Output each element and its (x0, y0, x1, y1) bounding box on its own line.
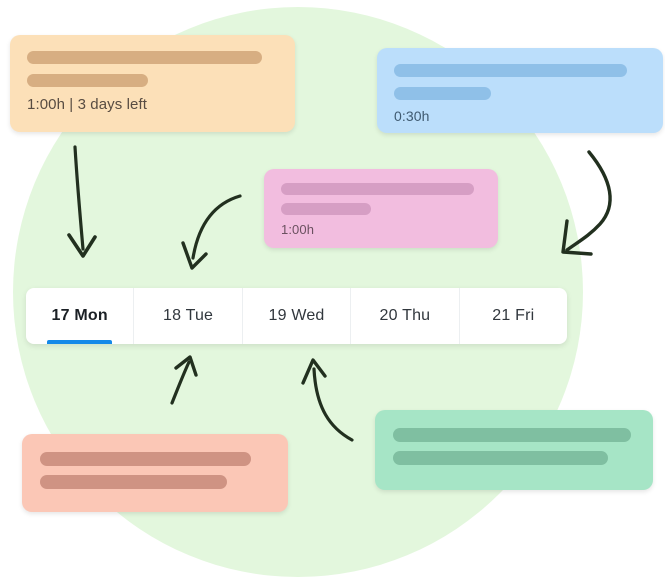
placeholder-bar (393, 428, 631, 442)
task-card-teal[interactable] (375, 410, 653, 490)
day-tab-bar: 17 Mon 18 Tue 19 Wed 20 Thu 21 Fri (26, 288, 567, 344)
task-card-blue-time: 0:30h (394, 108, 430, 124)
placeholder-bar (281, 203, 371, 215)
task-card-orange-time: 1:00h | 3 days left (27, 96, 148, 113)
active-tab-underline (47, 340, 113, 344)
tab-day-3[interactable]: 20 Thu (350, 288, 458, 344)
placeholder-bar (281, 183, 474, 195)
tab-day-3-label: 20 Thu (379, 307, 431, 324)
placeholder-bar (27, 51, 262, 64)
placeholder-bar (394, 64, 627, 77)
task-card-blue[interactable]: 0:30h (377, 48, 663, 133)
task-card-orange[interactable]: 1:00h | 3 days left (10, 35, 295, 132)
tab-day-0-label: 17 Mon (51, 307, 108, 324)
placeholder-bar (393, 451, 608, 465)
task-card-pink[interactable]: 1:00h (264, 169, 498, 248)
tab-day-2-label: 19 Wed (268, 307, 325, 324)
tab-day-0[interactable]: 17 Mon (26, 288, 133, 344)
task-card-salmon[interactable] (22, 434, 288, 512)
placeholder-bar (394, 87, 491, 100)
tab-day-4-label: 21 Fri (492, 307, 535, 324)
illustration-canvas: 1:00h | 3 days left 0:30h 1:00h 17 Mon 1… (0, 0, 665, 584)
placeholder-bar (40, 475, 227, 489)
tab-day-1-label: 18 Tue (163, 307, 214, 324)
tab-day-4[interactable]: 21 Fri (458, 288, 567, 344)
tab-day-2[interactable]: 19 Wed (241, 288, 350, 344)
tab-day-1[interactable]: 18 Tue (133, 288, 241, 344)
task-card-pink-time: 1:00h (281, 222, 315, 237)
placeholder-bar (40, 452, 251, 466)
placeholder-bar (27, 74, 148, 87)
